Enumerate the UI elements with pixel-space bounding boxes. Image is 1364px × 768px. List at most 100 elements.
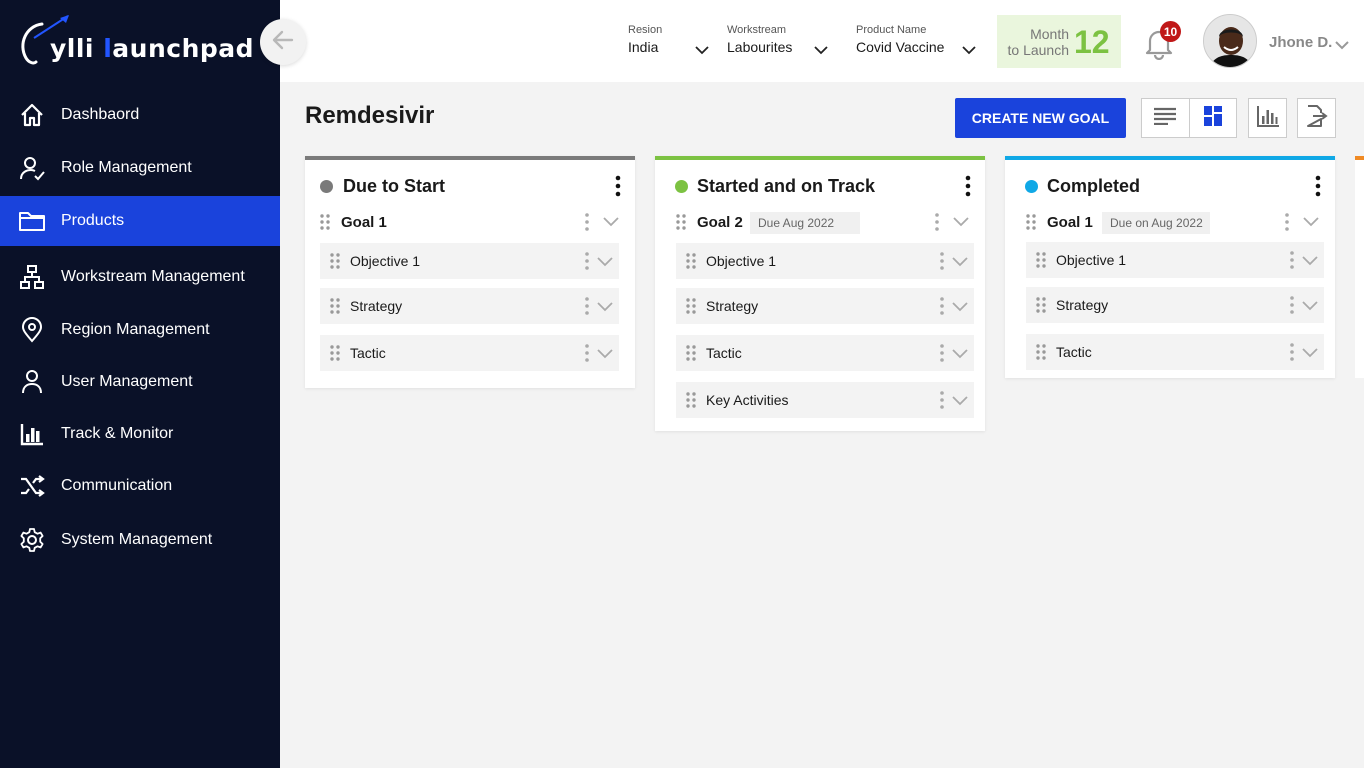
chevron-down-icon[interactable] [597,346,613,364]
list-item[interactable]: Strategy [320,288,619,324]
create-new-goal-button[interactable]: CREATE NEW GOAL [955,98,1126,138]
drag-handle-icon[interactable] [686,345,696,366]
app-logo-text: ylli launchpad [50,34,255,63]
chevron-down-icon[interactable] [1302,345,1318,363]
board-view-button[interactable] [1188,99,1236,137]
app-logo[interactable]: ylli launchpad [16,14,256,70]
item-menu-icon[interactable] [940,344,944,367]
goal-menu-icon[interactable] [1285,212,1289,237]
board-column-next-partial [1355,156,1364,378]
list-item[interactable]: Objective 1 [1026,242,1324,278]
goal-row[interactable]: Goal 1 [305,208,635,238]
chevron-down-icon[interactable] [952,393,968,411]
chevron-down-icon[interactable] [952,346,968,364]
list-item[interactable]: Objective 1 [676,243,974,279]
sidebar-item-label: Role Management [61,159,192,176]
sidebar-item-communication[interactable]: Communication [0,461,280,511]
chevron-down-icon[interactable] [1302,298,1318,316]
chevron-down-icon[interactable] [603,214,619,232]
item-name: Tactic [350,345,386,361]
item-menu-icon[interactable] [1290,343,1294,366]
drag-handle-icon[interactable] [320,214,330,235]
folder-icon [18,207,46,235]
chevron-down-icon[interactable] [1303,214,1319,232]
item-name: Objective 1 [706,253,777,269]
drag-handle-icon[interactable] [330,345,340,366]
sidebar-item-dashboard[interactable]: Dashbaord [0,90,280,140]
drag-handle-icon[interactable] [1026,214,1036,235]
chevron-down-icon[interactable] [952,299,968,317]
chevron-down-icon[interactable] [597,254,613,272]
page-title: Remdesivir [305,102,435,129]
product-name-select[interactable]: Product Name Covid Vaccine [856,24,980,55]
workstream-select[interactable]: Workstream Labourites [727,24,831,55]
due-date-badge: Due on Aug 2022 [1102,212,1210,234]
bar-chart-icon [1256,105,1280,132]
item-name: Strategy [1056,297,1109,313]
chevron-down-icon[interactable] [1302,253,1318,271]
export-button[interactable] [1297,98,1336,138]
list-item[interactable]: Tactic [320,335,619,371]
board-column-due-to-start: Due to Start Goal 1 Objective 1 Strategy… [305,156,635,388]
product-caption: Product Name [856,24,927,36]
top-header: Resion India Workstream Labourites Produ… [280,0,1364,82]
list-item[interactable]: Strategy [1026,287,1324,323]
sidebar-item-workstream-management[interactable]: Workstream Management [0,252,280,302]
list-item[interactable]: Tactic [1026,334,1324,370]
list-item[interactable]: Key Activities [676,382,974,418]
column-menu-icon[interactable] [615,175,621,202]
list-item[interactable]: Strategy [676,288,974,324]
item-menu-icon[interactable] [585,344,589,367]
goal-row[interactable]: Goal 1 Due on Aug 2022 [1005,208,1335,238]
chevron-down-icon[interactable] [1335,37,1349,55]
goal-menu-icon[interactable] [935,212,939,237]
item-menu-icon[interactable] [940,297,944,320]
item-menu-icon[interactable] [940,252,944,275]
chevron-down-icon[interactable] [952,254,968,272]
goal-row[interactable]: Goal 2 Due Aug 2022 [655,208,985,238]
shuffle-icon [18,472,46,500]
sidebar-item-label: Workstream Management [61,268,245,285]
drag-handle-icon[interactable] [330,253,340,274]
column-menu-icon[interactable] [965,175,971,202]
column-menu-icon[interactable] [1315,175,1321,202]
region-select[interactable]: Resion India [628,24,709,55]
drag-handle-icon[interactable] [686,392,696,413]
board-column-completed: Completed Goal 1 Due on Aug 2022 Objecti… [1005,156,1335,378]
drag-handle-icon[interactable] [1036,344,1046,365]
drag-handle-icon[interactable] [1036,252,1046,273]
user-avatar[interactable] [1203,14,1257,68]
sidebar-item-region-management[interactable]: Region Management [0,305,280,355]
item-menu-icon[interactable] [1290,296,1294,319]
sidebar-item-products[interactable]: Products [0,196,280,246]
chart-view-button[interactable] [1248,98,1287,138]
sidebar-item-label: Dashbaord [61,106,140,123]
item-menu-icon[interactable] [940,391,944,414]
chevron-down-icon[interactable] [953,214,969,232]
sidebar-item-track-monitor[interactable]: Track & Monitor [0,409,280,459]
item-name: Tactic [1056,344,1092,360]
drag-handle-icon[interactable] [686,298,696,319]
user-name[interactable]: Jhone D. [1269,34,1332,51]
drag-handle-icon[interactable] [1036,297,1046,318]
status-dot [320,180,333,193]
list-view-button[interactable] [1142,99,1189,137]
goal-menu-icon[interactable] [585,212,589,237]
collapse-sidebar-button[interactable] [260,19,306,65]
list-item[interactable]: Objective 1 [320,243,619,279]
sidebar-item-role-management[interactable]: Role Management [0,143,280,193]
to-launch-label: to Launch [1007,42,1070,58]
list-item[interactable]: Tactic [676,335,974,371]
home-icon [18,101,46,129]
drag-handle-icon[interactable] [330,298,340,319]
chevron-down-icon[interactable] [597,299,613,317]
sidebar-item-user-management[interactable]: User Management [0,357,280,407]
item-menu-icon[interactable] [585,297,589,320]
goal-name: Goal 1 [1047,214,1093,231]
column-title: Completed [1047,176,1141,196]
item-menu-icon[interactable] [1290,251,1294,274]
sidebar-item-system-management[interactable]: System Management [0,515,280,565]
item-menu-icon[interactable] [585,252,589,275]
drag-handle-icon[interactable] [676,214,686,235]
drag-handle-icon[interactable] [686,253,696,274]
